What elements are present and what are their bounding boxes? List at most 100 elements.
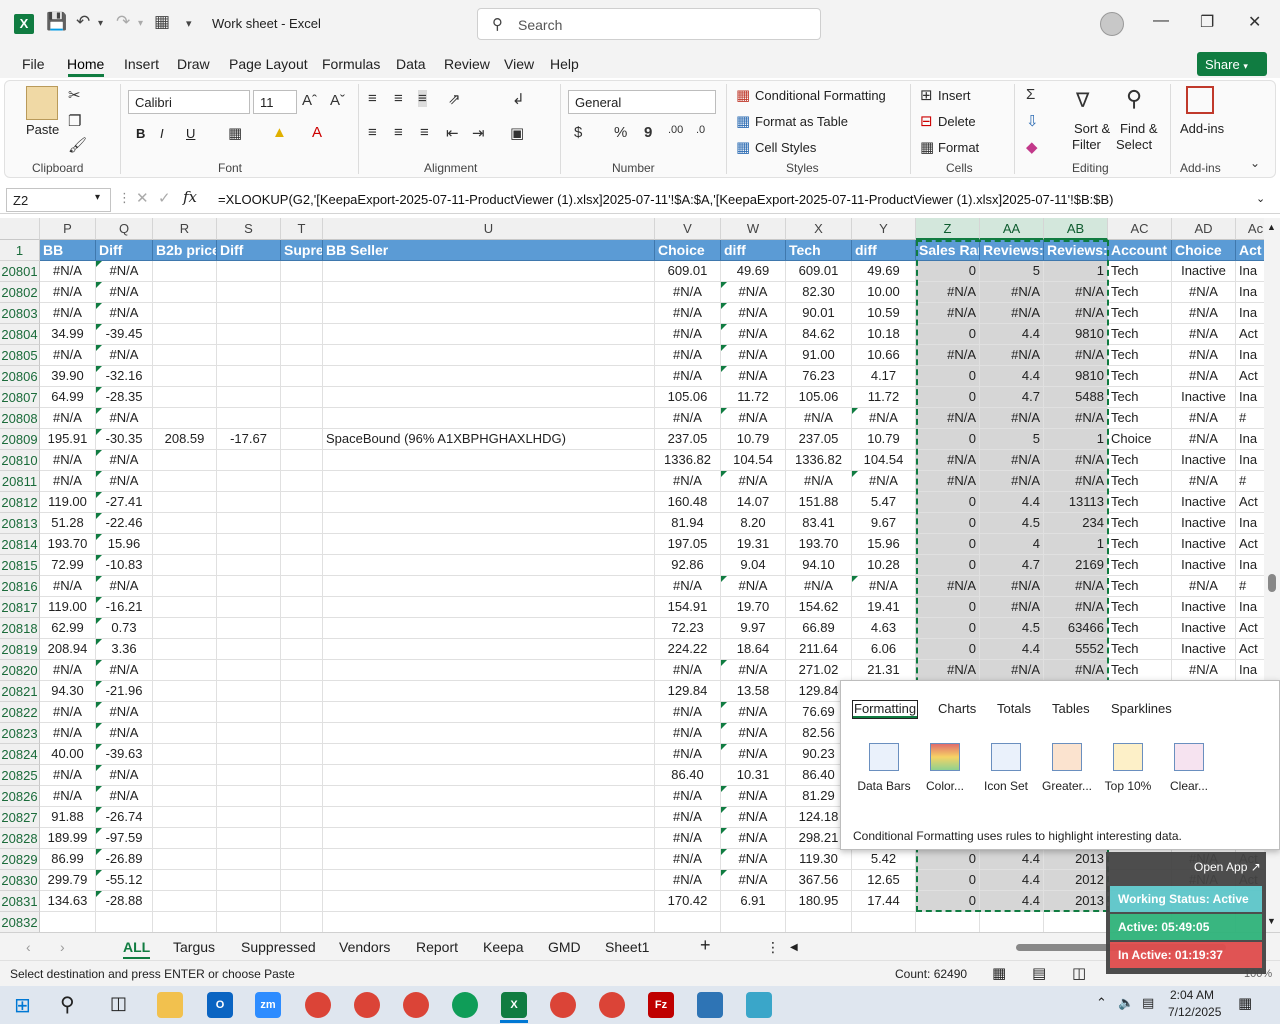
next-sheet-icon[interactable]: › bbox=[60, 939, 65, 955]
column-header-ab[interactable]: AB bbox=[1044, 218, 1108, 240]
table-cell[interactable]: Tech bbox=[1108, 366, 1172, 387]
network-icon[interactable]: ▤ bbox=[1142, 995, 1154, 1011]
table-cell[interactable] bbox=[153, 765, 217, 786]
qa-color-scale[interactable]: Color... bbox=[914, 743, 976, 793]
row-header[interactable]: 20816 bbox=[0, 576, 40, 597]
table-cell[interactable] bbox=[323, 261, 655, 282]
tab-formulas[interactable]: Formulas bbox=[322, 56, 380, 72]
table-cell[interactable]: 5 bbox=[980, 429, 1044, 450]
table-cell[interactable] bbox=[281, 492, 323, 513]
table-cell[interactable]: #N/A bbox=[655, 660, 721, 681]
column-header-t[interactable]: T bbox=[281, 218, 323, 240]
row-header[interactable]: 20828 bbox=[0, 828, 40, 849]
table-cell[interactable] bbox=[281, 513, 323, 534]
table-cell[interactable]: 17.44 bbox=[852, 891, 916, 912]
table-cell[interactable]: 271.02 bbox=[786, 660, 852, 681]
table-cell[interactable]: 105.06 bbox=[655, 387, 721, 408]
table-cell[interactable] bbox=[323, 450, 655, 471]
align-middle-icon[interactable]: ≡ bbox=[394, 90, 403, 107]
underline-button[interactable]: U bbox=[186, 126, 195, 141]
table-cell[interactable] bbox=[323, 387, 655, 408]
row-header[interactable]: 20805 bbox=[0, 345, 40, 366]
table-cell[interactable]: Tech bbox=[1108, 660, 1172, 681]
table-cell[interactable]: #N/A bbox=[655, 576, 721, 597]
table-cell[interactable]: 72.23 bbox=[655, 618, 721, 639]
conditional-formatting-button[interactable]: Conditional Formatting bbox=[755, 88, 886, 103]
table-cell[interactable]: Tech bbox=[1108, 345, 1172, 366]
table-cell[interactable]: #N/A bbox=[1044, 597, 1108, 618]
column-header-ac[interactable]: AC bbox=[1108, 218, 1172, 240]
row-header[interactable]: 20809 bbox=[0, 429, 40, 450]
table-cell[interactable]: 1336.82 bbox=[655, 450, 721, 471]
table-cell[interactable] bbox=[217, 786, 281, 807]
qa-clear-format[interactable]: Clear... bbox=[1158, 743, 1220, 793]
table-cell[interactable] bbox=[153, 660, 217, 681]
table-cell[interactable] bbox=[153, 891, 217, 912]
table-cell[interactable] bbox=[1044, 912, 1108, 932]
table-cell[interactable] bbox=[281, 450, 323, 471]
table-cell[interactable] bbox=[281, 660, 323, 681]
table-cell[interactable]: #N/A bbox=[40, 576, 96, 597]
chrome-icon[interactable] bbox=[452, 992, 478, 1018]
row-header[interactable]: 20826 bbox=[0, 786, 40, 807]
table-cell[interactable]: #N/A bbox=[980, 597, 1044, 618]
table-cell[interactable]: 63466 bbox=[1044, 618, 1108, 639]
minimize-icon[interactable]: — bbox=[1153, 12, 1169, 30]
search-box[interactable]: ⚲ Search bbox=[477, 8, 821, 40]
table-cell[interactable] bbox=[323, 408, 655, 429]
table-cell[interactable] bbox=[323, 912, 655, 932]
add-ins-button[interactable]: Add-ins bbox=[1180, 121, 1224, 136]
chrome-icon[interactable] bbox=[403, 992, 429, 1018]
table-cell[interactable]: -28.88 bbox=[96, 891, 153, 912]
table-cell[interactable]: 0 bbox=[916, 639, 980, 660]
table-cell[interactable]: 86.99 bbox=[40, 849, 96, 870]
format-cells-button[interactable]: Format bbox=[938, 140, 979, 155]
table-cell[interactable]: 195.91 bbox=[40, 429, 96, 450]
table-cell[interactable]: 0 bbox=[916, 618, 980, 639]
tab-page-layout[interactable]: Page Layout bbox=[229, 56, 308, 72]
table-cell[interactable]: 160.48 bbox=[655, 492, 721, 513]
table-cell[interactable] bbox=[153, 576, 217, 597]
table-cell[interactable] bbox=[323, 282, 655, 303]
align-bottom-icon[interactable]: ≡ bbox=[418, 90, 427, 107]
merge-center-icon[interactable]: ▣ bbox=[510, 124, 524, 142]
table-cell[interactable] bbox=[153, 912, 217, 932]
table-cell[interactable]: #N/A bbox=[40, 765, 96, 786]
tab-draw[interactable]: Draw bbox=[177, 56, 210, 72]
table-cell[interactable]: 81.94 bbox=[655, 513, 721, 534]
table-cell[interactable]: 5.42 bbox=[852, 849, 916, 870]
table-cell[interactable]: Tech bbox=[1108, 618, 1172, 639]
table-cell[interactable] bbox=[323, 807, 655, 828]
table-cell[interactable]: 3.36 bbox=[96, 639, 153, 660]
table-cell[interactable]: 211.64 bbox=[786, 639, 852, 660]
table-cell[interactable]: 1 bbox=[1044, 261, 1108, 282]
table-cell[interactable]: 10.79 bbox=[852, 429, 916, 450]
table-cell[interactable] bbox=[153, 345, 217, 366]
column-header-ac[interactable]: Ac bbox=[1236, 218, 1264, 240]
table-cell[interactable]: -21.96 bbox=[96, 681, 153, 702]
table-cell[interactable] bbox=[281, 891, 323, 912]
format-cells-icon[interactable]: ▦ bbox=[920, 138, 934, 156]
header-cell[interactable]: BB bbox=[40, 240, 96, 261]
tab-insert[interactable]: Insert bbox=[124, 56, 159, 72]
column-header-y[interactable]: Y bbox=[852, 218, 916, 240]
insert-function-icon[interactable]: fx bbox=[183, 188, 197, 206]
table-cell[interactable]: 5.47 bbox=[852, 492, 916, 513]
cell-styles-button[interactable]: Cell Styles bbox=[755, 140, 816, 155]
table-cell[interactable]: 0 bbox=[916, 261, 980, 282]
table-cell[interactable]: #N/A bbox=[1044, 282, 1108, 303]
row-header[interactable]: 20812 bbox=[0, 492, 40, 513]
qa-icon-set[interactable]: Icon Set bbox=[975, 743, 1037, 793]
table-cell[interactable]: #N/A bbox=[1172, 303, 1236, 324]
table-cell[interactable] bbox=[217, 849, 281, 870]
table-cell[interactable] bbox=[217, 723, 281, 744]
table-cell[interactable]: #N/A bbox=[916, 471, 980, 492]
table-cell[interactable]: Tech bbox=[1108, 534, 1172, 555]
table-cell[interactable]: -17.67 bbox=[217, 429, 281, 450]
table-cell[interactable]: -26.89 bbox=[96, 849, 153, 870]
table-cell[interactable]: 13.58 bbox=[721, 681, 786, 702]
table-cell[interactable]: 4.63 bbox=[852, 618, 916, 639]
table-cell[interactable]: Ina bbox=[1236, 282, 1264, 303]
table-cell[interactable]: 4 bbox=[980, 534, 1044, 555]
table-cell[interactable]: #N/A bbox=[721, 702, 786, 723]
